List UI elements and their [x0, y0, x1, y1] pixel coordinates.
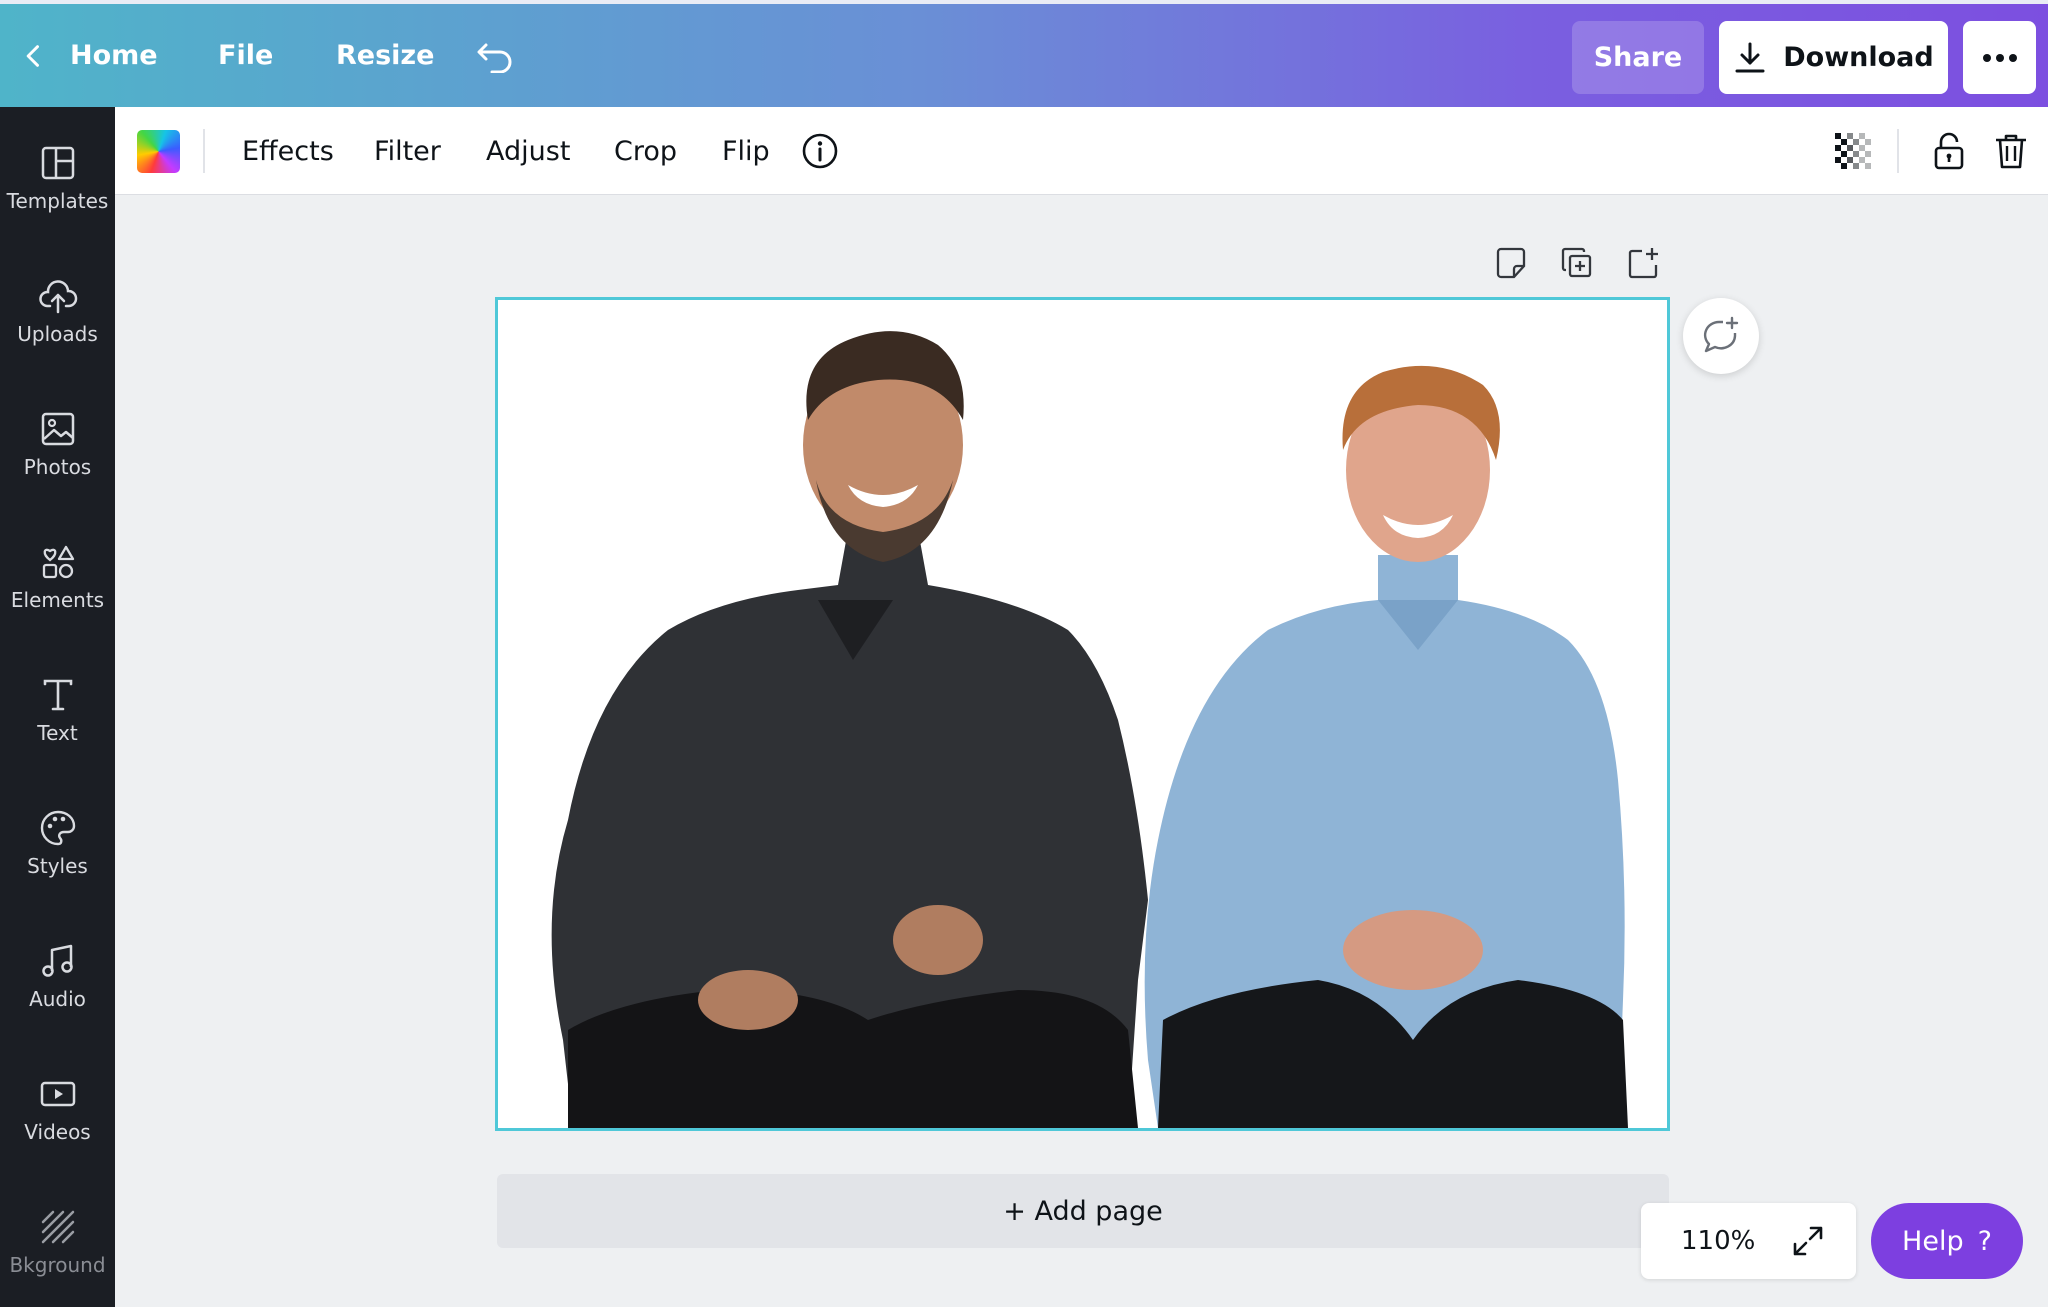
photo-element[interactable] — [498, 300, 1667, 1128]
help-button[interactable]: Help ? — [1871, 1203, 2023, 1279]
fullscreen-icon[interactable] — [1789, 1222, 1827, 1260]
sidebar-item-templates[interactable]: Templates — [0, 123, 115, 233]
sidebar-item-videos[interactable]: Videos — [0, 1054, 115, 1164]
sidebar-item-text[interactable]: Text — [0, 655, 115, 765]
transparency-button[interactable] — [1831, 129, 1875, 173]
sidebar-item-label: Styles — [27, 854, 88, 878]
sidebar-item-label: Elements — [10, 588, 105, 612]
design-page[interactable] — [495, 297, 1670, 1131]
color-swatch-button[interactable] — [137, 130, 180, 173]
person-left-figure — [551, 331, 1148, 1128]
undo-icon — [477, 43, 512, 73]
add-page-icon[interactable] — [1626, 246, 1660, 280]
delete-button[interactable] — [1989, 129, 2033, 173]
duplicate-page-icon[interactable] — [1560, 246, 1594, 280]
unlock-icon — [1934, 132, 1964, 170]
sidebar-item-uploads[interactable]: Uploads — [0, 256, 115, 366]
chevron-left-icon — [26, 44, 39, 67]
background-icon — [41, 1210, 74, 1244]
person-right-figure — [1144, 365, 1628, 1128]
more-options-button[interactable] — [1963, 21, 2036, 94]
filter-button[interactable]: Filter — [374, 107, 441, 195]
lock-button[interactable] — [1927, 129, 1971, 173]
image-toolbar: Effects Filter Adjust Crop Flip — [115, 107, 2048, 195]
flip-button[interactable]: Flip — [722, 107, 770, 195]
top-bar: Home File Resize Share Download — [0, 0, 2048, 107]
undo-button[interactable] — [476, 4, 516, 107]
info-button[interactable] — [800, 107, 840, 195]
templates-icon — [41, 146, 74, 180]
palette-icon — [40, 810, 75, 846]
sidebar-item-label: Audio — [29, 987, 86, 1011]
add-note-icon[interactable] — [1494, 246, 1528, 280]
sidebar-item-photos[interactable]: Photos — [0, 389, 115, 499]
download-button[interactable]: Download — [1719, 21, 1948, 94]
video-icon — [40, 1081, 75, 1107]
download-icon — [1735, 42, 1765, 72]
help-label: Help — [1902, 1225, 1964, 1257]
sidebar-item-label: Bkground — [9, 1253, 106, 1277]
more-horizontal-icon — [1982, 53, 2017, 62]
trash-icon — [1996, 134, 2026, 169]
elements-icon — [42, 545, 74, 579]
download-label: Download — [1783, 42, 1934, 73]
sidebar-item-label: Text — [37, 721, 78, 745]
sidebar-item-background[interactable]: Bkground — [0, 1187, 115, 1297]
back-button[interactable] — [20, 4, 48, 107]
resize-menu[interactable]: Resize — [336, 4, 434, 107]
sidebar-item-styles[interactable]: Styles — [0, 788, 115, 898]
sidebar-item-label: Templates — [6, 189, 109, 213]
adjust-button[interactable]: Adjust — [486, 107, 570, 195]
info-icon — [802, 133, 838, 169]
photos-icon — [41, 412, 74, 446]
zoom-level[interactable]: 110% — [1681, 1203, 1755, 1279]
music-note-icon — [41, 944, 73, 977]
upload-cloud-icon — [38, 280, 77, 314]
sidebar-item-audio[interactable]: Audio — [0, 921, 115, 1031]
share-button[interactable]: Share — [1572, 21, 1704, 94]
left-sidebar: Templates Uploads Photos Elements Text S… — [0, 107, 115, 1307]
file-menu[interactable]: File — [218, 4, 273, 107]
question-mark-icon: ? — [1977, 1225, 1992, 1257]
home-link[interactable]: Home — [70, 4, 158, 107]
sidebar-item-label: Photos — [23, 455, 92, 479]
sidebar-item-label: Videos — [24, 1120, 91, 1144]
effects-button[interactable]: Effects — [242, 107, 334, 195]
zoom-control: 110% — [1641, 1203, 1856, 1279]
add-comment-button[interactable] — [1683, 298, 1759, 374]
crop-button[interactable]: Crop — [614, 107, 677, 195]
toolbar-divider — [1897, 129, 1899, 173]
text-icon — [43, 679, 72, 711]
comment-plus-icon — [1703, 316, 1739, 353]
sidebar-item-elements[interactable]: Elements — [0, 522, 115, 632]
sidebar-item-label: Uploads — [17, 322, 98, 346]
add-page-button[interactable]: + Add page — [497, 1174, 1669, 1248]
transparency-icon — [1835, 133, 1871, 169]
toolbar-divider — [203, 129, 205, 173]
